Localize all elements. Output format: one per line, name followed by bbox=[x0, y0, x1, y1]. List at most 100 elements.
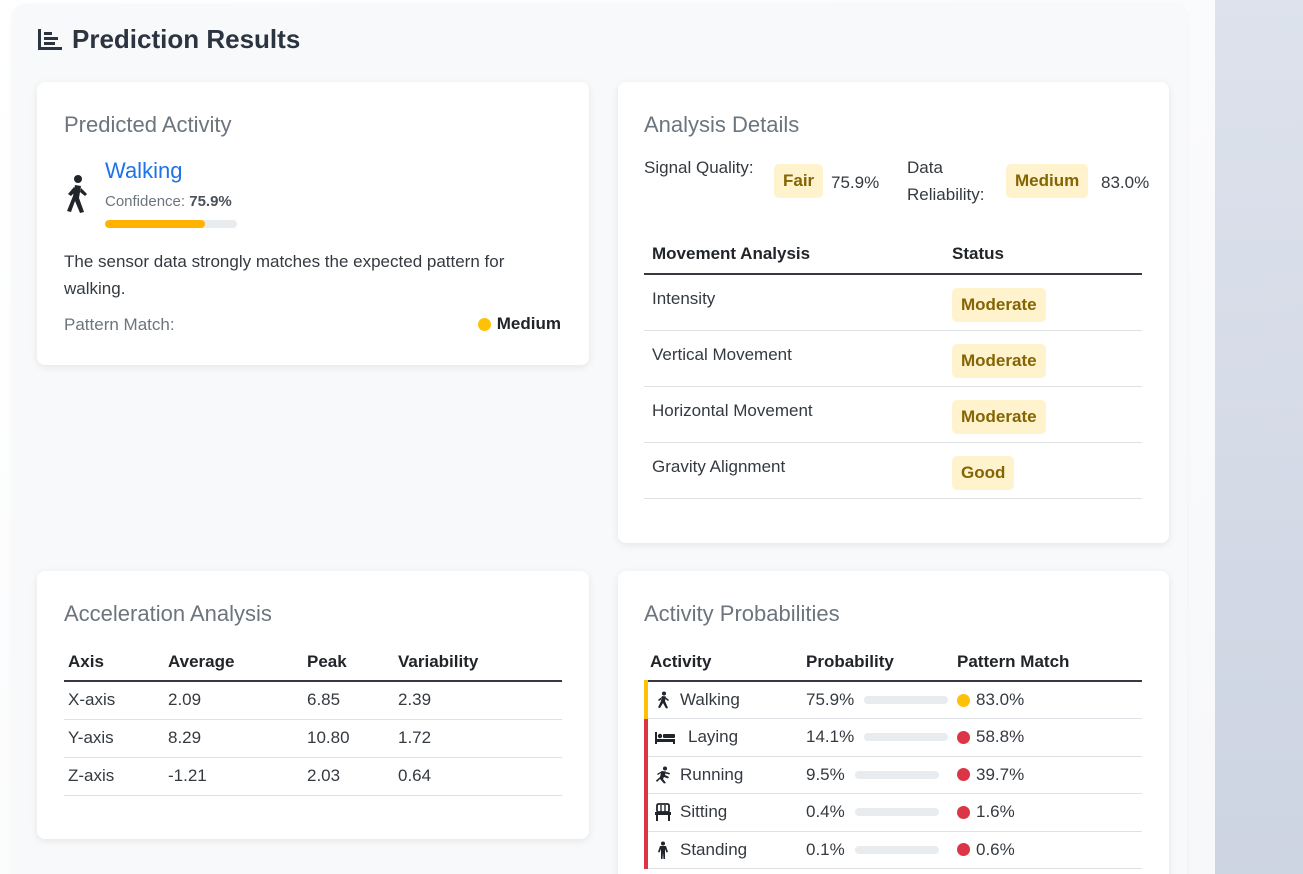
standing-icon bbox=[658, 841, 668, 859]
axis-cell: Z-axis bbox=[64, 757, 164, 796]
bed-icon bbox=[655, 732, 675, 745]
probability-bar-fill bbox=[864, 733, 877, 742]
activity-cell: Sitting bbox=[644, 793, 802, 832]
prediction-description: The sensor data strongly matches the exp… bbox=[64, 252, 505, 298]
peak-cell: 10.80 bbox=[303, 719, 394, 758]
probability-cell: 0.1% bbox=[802, 831, 953, 869]
status-badge: Good bbox=[952, 456, 1015, 490]
column-header: Peak bbox=[303, 643, 394, 682]
column-header: Average bbox=[164, 643, 303, 682]
walking-icon bbox=[67, 175, 87, 213]
probability-cell: 0.4% bbox=[802, 793, 953, 832]
variability-cell: 2.39 bbox=[394, 681, 562, 720]
status-dot-icon bbox=[477, 317, 491, 331]
probability-bar bbox=[854, 770, 939, 779]
activity-name: Running bbox=[680, 764, 744, 784]
activity-name: Standing bbox=[680, 839, 748, 859]
pattern-match-cell: 0.6% bbox=[953, 831, 1142, 869]
activity-name: Walking bbox=[680, 690, 740, 709]
page-title-text: Prediction Results bbox=[72, 24, 301, 54]
pattern-match-cell: 83.0% bbox=[953, 681, 1142, 719]
status-dot-icon bbox=[957, 805, 970, 819]
activity-name: Laying bbox=[688, 727, 739, 747]
analysis-details-card: Analysis Details Signal Quality: Fair 75… bbox=[618, 82, 1169, 543]
table-row: Sitting 0.4% 1.6% bbox=[644, 793, 1142, 832]
probability-value: 0.1% bbox=[806, 839, 845, 859]
status-badge: Moderate bbox=[952, 288, 1046, 323]
card-title: Acceleration Analysis bbox=[64, 601, 272, 626]
card-title: Analysis Details bbox=[644, 112, 800, 137]
average-cell: 8.29 bbox=[164, 719, 303, 758]
table-row: Y-axis 8.29 10.80 1.72 bbox=[64, 719, 562, 758]
chair-icon bbox=[655, 803, 671, 822]
table-header-row: Movement Analysis Status bbox=[644, 234, 1142, 275]
table-row: Vertical Movement Moderate bbox=[644, 327, 1142, 387]
table-header-row: Axis Average Peak Variability bbox=[64, 643, 562, 682]
table-row: Running 9.5% 39.7% bbox=[644, 756, 1142, 794]
table-row: X-axis 2.09 6.85 2.39 bbox=[64, 681, 562, 720]
right-rail bbox=[1215, 0, 1303, 874]
signal-quality-value: 75.9% bbox=[831, 173, 880, 192]
average-cell: -1.21 bbox=[164, 757, 303, 796]
table-row: Standing 0.1% 0.6% bbox=[644, 831, 1142, 869]
peak-cell: 6.85 bbox=[303, 681, 394, 720]
data-reliability-badge: Medium bbox=[1006, 164, 1089, 198]
status-dot-icon bbox=[957, 768, 970, 782]
walking-icon bbox=[658, 691, 669, 709]
signal-quality-label: Signal Quality: bbox=[644, 158, 754, 177]
probability-bar-fill bbox=[864, 696, 928, 704]
chart-bar-icon bbox=[38, 28, 62, 50]
activity-cell: Walking bbox=[644, 681, 802, 719]
activity-name: Sitting bbox=[680, 802, 728, 822]
variability-cell: 1.72 bbox=[394, 719, 562, 758]
probability-value: 0.4% bbox=[806, 802, 845, 822]
peak-cell: 2.03 bbox=[303, 757, 394, 796]
movement-label: Intensity bbox=[644, 271, 944, 328]
movement-analysis-table: Movement Analysis Status Intensity Moder… bbox=[644, 234, 1142, 499]
probability-bar bbox=[854, 808, 939, 817]
column-header: Movement Analysis bbox=[644, 234, 944, 275]
status-cell: Good bbox=[944, 442, 1142, 499]
pattern-match-cell: 39.7% bbox=[953, 756, 1142, 794]
movement-label: Gravity Alignment bbox=[644, 439, 944, 496]
acceleration-analysis-card: Acceleration Analysis Axis Average Peak … bbox=[37, 571, 589, 839]
average-cell: 2.09 bbox=[164, 681, 303, 720]
confidence-bar bbox=[105, 220, 237, 228]
status-badge: Moderate bbox=[952, 344, 1046, 378]
table-row: Horizontal Movement Moderate bbox=[644, 383, 1142, 443]
table-row: Walking 75.9% 83.0% bbox=[644, 681, 1142, 719]
table-row: Z-axis -1.21 2.03 0.64 bbox=[64, 757, 562, 796]
column-header: Probability bbox=[802, 643, 953, 682]
probability-cell: 75.9% bbox=[802, 681, 953, 719]
probability-bar-fill bbox=[854, 770, 863, 779]
probability-value: 14.1% bbox=[806, 727, 855, 747]
activity-probabilities-card: Activity Probabilities Activity Probabil… bbox=[618, 571, 1169, 874]
axis-cell: Y-axis bbox=[64, 719, 164, 758]
probability-value: 9.5% bbox=[806, 764, 845, 784]
probability-bar bbox=[864, 733, 949, 742]
column-header: Variability bbox=[394, 643, 562, 682]
column-header: Pattern Match bbox=[953, 643, 1142, 682]
status-cell: Moderate bbox=[944, 274, 1142, 331]
pattern-match-text: Medium bbox=[496, 314, 561, 333]
pattern-match-value: Medium bbox=[477, 314, 561, 334]
column-header: Status bbox=[944, 234, 1142, 275]
movement-label: Horizontal Movement bbox=[644, 383, 944, 440]
table-row: Gravity Alignment Good bbox=[644, 439, 1142, 499]
probability-bar bbox=[854, 845, 939, 854]
confidence-bar-fill bbox=[105, 220, 206, 228]
probabilities-table: Activity Probability Pattern Match Walki… bbox=[644, 643, 1142, 869]
status-badge: Moderate bbox=[952, 400, 1046, 434]
data-reliability-label: Data Reliability: bbox=[907, 158, 985, 204]
pattern-match-label: Pattern Match: bbox=[64, 315, 175, 334]
probability-cell: 14.1% bbox=[802, 718, 953, 757]
confidence-text: Confidence: 75.9% bbox=[105, 193, 232, 210]
pattern-match-value: 1.6% bbox=[976, 802, 1015, 822]
signal-quality-badge: Fair bbox=[774, 164, 824, 198]
pattern-match-value: 83.0% bbox=[976, 690, 1025, 709]
table-row: Intensity Moderate bbox=[644, 271, 1142, 331]
movement-label: Vertical Movement bbox=[644, 327, 944, 384]
probability-value: 75.9% bbox=[806, 690, 855, 709]
status-dot-icon bbox=[957, 843, 970, 857]
probability-cell: 9.5% bbox=[802, 756, 953, 794]
